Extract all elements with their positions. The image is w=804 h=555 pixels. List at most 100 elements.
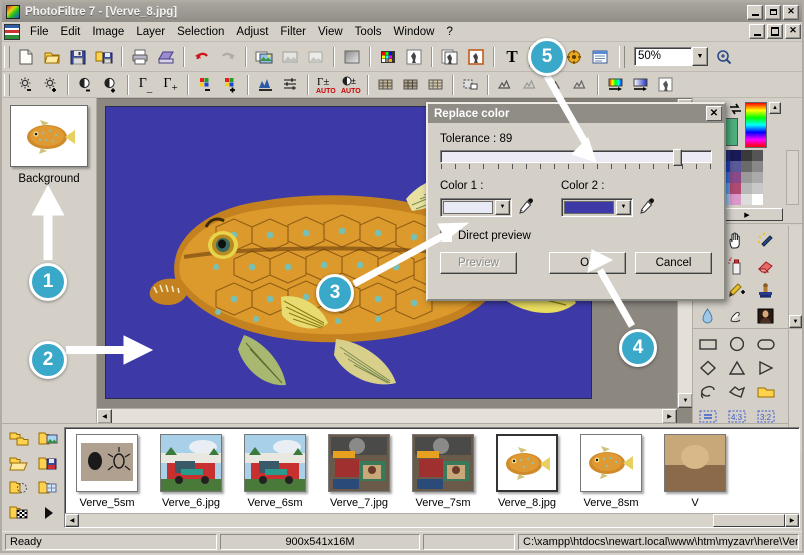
filmstrip-scroll-thumb[interactable]	[713, 514, 785, 527]
menu-item-adjust[interactable]: Adjust	[230, 24, 274, 40]
checker-folder-icon[interactable]	[9, 504, 29, 525]
text-icon[interactable]: T	[499, 45, 525, 69]
brightness-down-icon[interactable]	[13, 74, 38, 96]
mosaic-icon[interactable]	[373, 74, 398, 96]
color2-swatch[interactable]	[564, 200, 614, 214]
toolbar-grip[interactable]	[4, 73, 10, 96]
image-paste-icon[interactable]	[277, 45, 303, 69]
open-file-icon[interactable]	[39, 45, 65, 69]
thumbnail-image[interactable]	[412, 434, 474, 492]
list-item[interactable]: Verve_5sm	[65, 428, 149, 509]
diamond-shape-icon[interactable]	[694, 357, 721, 380]
polygon-shape-icon[interactable]	[723, 381, 750, 404]
cancel-button[interactable]: Cancel	[635, 252, 712, 274]
close-button[interactable]: ✕	[783, 4, 799, 20]
list-item[interactable]: Verve_6.jpg	[149, 428, 233, 509]
menu-item-help[interactable]: ?	[440, 24, 458, 40]
color2-button[interactable]: ▼	[561, 197, 633, 217]
thumbnail-image[interactable]	[328, 434, 390, 492]
minimize-button[interactable]	[747, 4, 763, 20]
document-restore-button[interactable]	[767, 24, 783, 39]
ellipse-shape-icon[interactable]	[723, 333, 750, 356]
grid2-icon[interactable]	[423, 74, 448, 96]
rectangle-shape-icon[interactable]	[694, 333, 721, 356]
batch-icon[interactable]	[437, 45, 463, 69]
color1-swatch[interactable]	[443, 200, 493, 214]
histogram-icon[interactable]	[253, 74, 278, 96]
lasso-shape-icon[interactable]	[694, 381, 721, 404]
crop-icon[interactable]	[458, 74, 483, 96]
transparency-icon[interactable]	[401, 45, 427, 69]
tolerance-slider[interactable]	[440, 149, 712, 166]
play-arrow-icon[interactable]	[38, 504, 58, 525]
preview-button[interactable]: Preview	[440, 252, 517, 274]
image-copy-icon[interactable]	[251, 45, 277, 69]
direct-preview-row[interactable]: ✔ Direct preview	[440, 230, 712, 242]
rounded-rect-shape-icon[interactable]	[752, 333, 779, 356]
ratio-3-2-icon[interactable]: 3:2	[752, 405, 779, 428]
document-icon[interactable]	[4, 23, 20, 40]
tolerance-slider-thumb[interactable]	[673, 149, 683, 166]
open-folder-icon[interactable]	[8, 455, 29, 476]
list-item[interactable]: V	[653, 428, 737, 509]
scanner-icon[interactable]	[153, 45, 179, 69]
layer-thumbnail-fish[interactable]	[10, 105, 88, 167]
image-export-icon[interactable]	[303, 45, 329, 69]
filmstrip-scrollbar[interactable]: ◀ ▶	[65, 513, 799, 527]
close-icon[interactable]: ✕	[706, 106, 722, 121]
list-item[interactable]: Verve_6sm	[233, 428, 317, 509]
thumbnail-image[interactable]	[76, 434, 138, 492]
list-item[interactable]: Verve_7sm	[401, 428, 485, 509]
list-item[interactable]: Verve_8.jpg	[485, 428, 569, 509]
menu-item-filter[interactable]: Filter	[274, 24, 312, 40]
color1-button[interactable]: ▼	[440, 197, 512, 217]
document-close-button[interactable]: ✕	[785, 24, 801, 39]
zoom-group-grip[interactable]	[619, 45, 625, 68]
auto-gamma-icon[interactable]: Γ± AUTO	[313, 74, 338, 96]
thumbnail-image[interactable]	[244, 434, 306, 492]
waterdrop-blur-icon[interactable]	[694, 304, 721, 327]
triangle-left-icon[interactable]: ◀	[65, 514, 79, 527]
folder-image-icon[interactable]	[38, 430, 58, 451]
zoom-input[interactable]: 50%	[634, 47, 692, 66]
frame-icon[interactable]	[463, 45, 489, 69]
palette-icon[interactable]	[375, 45, 401, 69]
picture-tube-icon[interactable]	[752, 304, 779, 327]
rainbow-gradient-icon[interactable]	[603, 74, 628, 96]
brightness-up-icon[interactable]	[38, 74, 63, 96]
ratio-free-icon[interactable]	[694, 405, 721, 428]
chevron-down-icon[interactable]: ▼	[495, 199, 510, 215]
thumbnail-image[interactable]	[496, 434, 558, 492]
triangle-up-icon[interactable]: ▲	[769, 102, 781, 114]
browse-folder-icon[interactable]	[9, 430, 29, 451]
noise2-icon[interactable]	[518, 74, 543, 96]
direct-preview-checkbox[interactable]: ✔	[440, 230, 452, 242]
smudge-tool-icon[interactable]	[723, 304, 750, 327]
open-shape-icon[interactable]	[752, 381, 779, 404]
grid1-icon[interactable]	[398, 74, 423, 96]
list-item[interactable]: Verve_7.jpg	[317, 428, 401, 509]
ratio-4-3-icon[interactable]: 4:3	[723, 405, 750, 428]
thumbnail-image[interactable]	[160, 434, 222, 492]
gamma-down-icon[interactable]: Γ_	[133, 74, 158, 96]
clone-stamp-icon[interactable]	[752, 279, 779, 302]
replace-color-dialog[interactable]: Replace color ✕ Tolerance : 89 Color 1 :…	[426, 102, 726, 301]
undo-icon[interactable]	[189, 45, 215, 69]
menu-item-layer[interactable]: Layer	[130, 24, 171, 40]
transparent-folder-icon[interactable]	[38, 479, 58, 500]
triangle-down-icon[interactable]: ▼	[678, 393, 692, 408]
ok-button[interactable]: Ok	[549, 252, 626, 274]
advanced-brush-icon[interactable]	[723, 279, 750, 302]
zoom-in-icon[interactable]	[711, 45, 737, 69]
triangle-shape-icon[interactable]	[723, 357, 750, 380]
swap-colors-icon[interactable]	[728, 102, 743, 120]
levels-icon[interactable]	[278, 74, 303, 96]
toolbar-grip[interactable]	[4, 45, 10, 68]
triangle-right-icon[interactable]: ▶	[662, 409, 677, 423]
menu-item-edit[interactable]: Edit	[55, 24, 87, 40]
noise1-icon[interactable]	[493, 74, 518, 96]
chevron-down-icon[interactable]: ▼	[692, 47, 708, 66]
menu-item-selection[interactable]: Selection	[171, 24, 230, 40]
contrast-up-icon[interactable]	[98, 74, 123, 96]
gradient-icon[interactable]	[339, 45, 365, 69]
